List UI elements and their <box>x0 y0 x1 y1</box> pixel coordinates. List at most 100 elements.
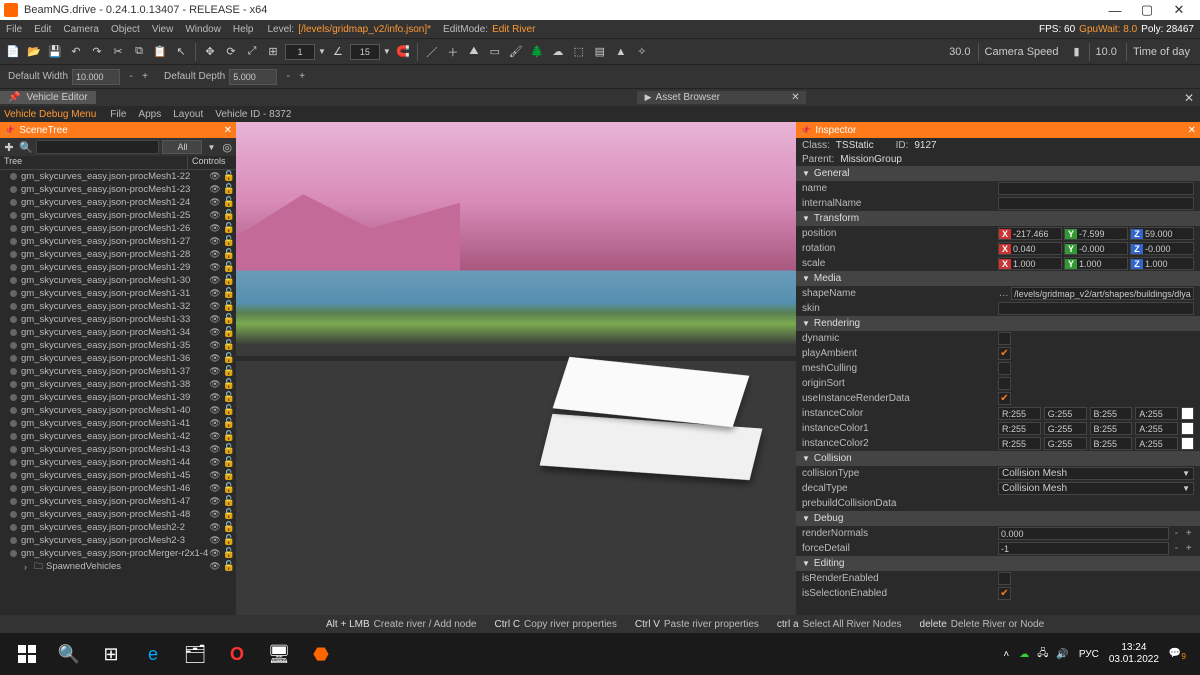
lock-icon[interactable]: 🔓 <box>222 366 236 377</box>
width-minus[interactable]: - <box>124 71 138 82</box>
level-path[interactable]: [/levels/gridmap_v2/info.json]* <box>294 24 435 35</box>
copy-icon[interactable]: ⧉ <box>130 43 148 61</box>
scenetree-item[interactable]: gm_skycurves_easy.json-procMesh1-46👁🔓 <box>0 482 236 495</box>
instancecolor-rgba[interactable]: R:255G:255B:255A:255 <box>998 407 1194 420</box>
scenetree-item[interactable]: gm_skycurves_easy.json-procMesh1-24👁🔓 <box>0 196 236 209</box>
color-swatch[interactable] <box>1181 437 1194 450</box>
save-icon[interactable]: 💾 <box>46 43 64 61</box>
angle-snap-icon[interactable]: ∠ <box>329 43 347 61</box>
visibility-icon[interactable]: 👁 <box>208 548 222 559</box>
section-transform[interactable]: ▼Transform <box>796 211 1200 226</box>
lock-icon[interactable]: 🔓 <box>222 288 236 299</box>
camera-speed-value[interactable]: 10.0 <box>1089 43 1123 61</box>
ve-menu-apps[interactable]: Apps <box>132 109 167 120</box>
visibility-icon[interactable]: 👁 <box>208 327 222 338</box>
menu-object[interactable]: Object <box>105 24 146 35</box>
lock-icon[interactable]: 🔓 <box>222 405 236 416</box>
tool-terrain-icon[interactable]: ⛰ <box>465 43 483 61</box>
color-swatch[interactable] <box>1181 407 1194 420</box>
visibility-icon[interactable]: 👁 <box>208 262 222 273</box>
name-input[interactable] <box>998 182 1194 195</box>
visibility-icon[interactable]: 👁 <box>208 405 222 416</box>
snap-icon[interactable]: ⊞ <box>264 43 282 61</box>
isselection-checkbox[interactable]: ✔ <box>998 587 1011 600</box>
lock-icon[interactable]: 🔓 <box>222 301 236 312</box>
tool-flatten-icon[interactable]: ▭ <box>486 43 504 61</box>
visibility-icon[interactable]: 👁 <box>208 236 222 247</box>
scenetree-item[interactable]: gm_skycurves_easy.json-procMesh2-2👁🔓 <box>0 521 236 534</box>
taskview-icon[interactable]: ⊞ <box>90 633 132 675</box>
scenetree-item[interactable]: gm_skycurves_easy.json-procMesh1-44👁🔓 <box>0 456 236 469</box>
add-icon[interactable]: ✚ <box>2 141 16 154</box>
editmode-value[interactable]: Edit River <box>488 24 535 35</box>
skin-input[interactable] <box>998 302 1194 315</box>
paste-icon[interactable]: 📋 <box>151 43 169 61</box>
rotation-xyz[interactable]: X0.040Y-0.000Z-0.000 <box>998 242 1194 255</box>
visibility-icon[interactable]: 👁 <box>208 223 222 234</box>
new-icon[interactable]: 📄 <box>4 43 22 61</box>
tab-vehicle-editor[interactable]: 📌Vehicle Editor <box>0 91 97 104</box>
select-icon[interactable]: ↖ <box>172 43 190 61</box>
decaltype-select[interactable]: Collision Mesh▼ <box>998 482 1194 495</box>
scenetree-item[interactable]: gm_skycurves_easy.json-procMesh1-28👁🔓 <box>0 248 236 261</box>
scenetree-item[interactable]: gm_skycurves_easy.json-procMesh1-33👁🔓 <box>0 313 236 326</box>
lock-icon[interactable]: 🔓 <box>222 509 236 520</box>
lock-icon[interactable]: 🔓 <box>222 535 236 546</box>
visibility-icon[interactable]: 👁 <box>208 561 222 572</box>
search-icon[interactable]: 🔍 <box>19 141 33 154</box>
lock-icon[interactable]: 🔓 <box>222 340 236 351</box>
lock-icon[interactable]: 🔓 <box>222 249 236 260</box>
tool-slash-icon[interactable]: ／ <box>423 43 441 61</box>
scenetree-item[interactable]: gm_skycurves_easy.json-procMesh1-25👁🔓 <box>0 209 236 222</box>
section-debug[interactable]: ▼Debug <box>796 511 1200 526</box>
menu-help[interactable]: Help <box>227 24 260 35</box>
tray-chevron-icon[interactable]: ˄ <box>1003 649 1009 660</box>
tool-road-icon[interactable]: ⬚ <box>570 43 588 61</box>
rotate-icon[interactable]: ⟳ <box>222 43 240 61</box>
language-indicator[interactable]: РУС <box>1079 649 1099 660</box>
visibility-icon[interactable]: 👁 <box>208 249 222 260</box>
edge-icon[interactable]: e <box>132 633 174 675</box>
snap-value-2[interactable] <box>350 44 380 60</box>
section-collision[interactable]: ▼Collision <box>796 451 1200 466</box>
meshculling-checkbox[interactable] <box>998 362 1011 375</box>
scenetree-item[interactable]: gm_skycurves_easy.json-procMesh1-36👁🔓 <box>0 352 236 365</box>
scenetree-item[interactable]: gm_skycurves_easy.json-procMesh1-31👁🔓 <box>0 287 236 300</box>
scenetree-item[interactable]: gm_skycurves_easy.json-procMesh1-35👁🔓 <box>0 339 236 352</box>
lock-icon[interactable]: 🔓 <box>222 236 236 247</box>
tool-cloud-icon[interactable]: ☁ <box>549 43 567 61</box>
maximize-button[interactable]: ▢ <box>1138 1 1156 19</box>
scenetree-item[interactable]: gm_skycurves_easy.json-procMesh1-22👁🔓 <box>0 170 236 183</box>
lock-icon[interactable]: 🔓 <box>222 522 236 533</box>
lock-icon[interactable]: 🔓 <box>222 184 236 195</box>
lock-icon[interactable]: 🔓 <box>222 483 236 494</box>
notifications-icon[interactable]: 💬9 <box>1169 648 1186 661</box>
close-button[interactable]: ✕ <box>1170 1 1188 19</box>
scenetree-item[interactable]: gm_skycurves_easy.json-procMesh1-34👁🔓 <box>0 326 236 339</box>
lock-icon[interactable]: 🔓 <box>222 197 236 208</box>
dropdown-icon[interactable]: ▼ <box>205 143 217 152</box>
visibility-icon[interactable]: 👁 <box>208 184 222 195</box>
visibility-icon[interactable]: 👁 <box>208 210 222 221</box>
close-icon[interactable]: ✕ <box>1188 125 1196 136</box>
ve-menu-file[interactable]: File <box>104 109 132 120</box>
lock-icon[interactable]: 🔓 <box>222 470 236 481</box>
visibility-icon[interactable]: 👁 <box>208 301 222 312</box>
visibility-icon[interactable]: 👁 <box>208 392 222 403</box>
section-media[interactable]: ▼Media <box>796 271 1200 286</box>
menu-camera[interactable]: Camera <box>57 24 105 35</box>
tool-paint-icon[interactable]: 🖌 <box>507 43 525 61</box>
visibility-icon[interactable]: 👁 <box>208 496 222 507</box>
target-icon[interactable]: ◎ <box>220 141 234 154</box>
position-xyz[interactable]: X-217.466Y-7.599Z59.000 <box>998 227 1194 240</box>
move-icon[interactable]: ✥ <box>201 43 219 61</box>
cut-icon[interactable]: ✂ <box>109 43 127 61</box>
depth-plus[interactable]: + <box>295 71 309 82</box>
app-icon[interactable]: 🖥 <box>258 633 300 675</box>
menu-view[interactable]: View <box>146 24 180 35</box>
lock-icon[interactable]: 🔓 <box>222 223 236 234</box>
lock-icon[interactable]: 🔓 <box>222 171 236 182</box>
lock-icon[interactable]: 🔓 <box>222 548 236 559</box>
visibility-icon[interactable]: 👁 <box>208 288 222 299</box>
lock-icon[interactable]: 🔓 <box>222 210 236 221</box>
